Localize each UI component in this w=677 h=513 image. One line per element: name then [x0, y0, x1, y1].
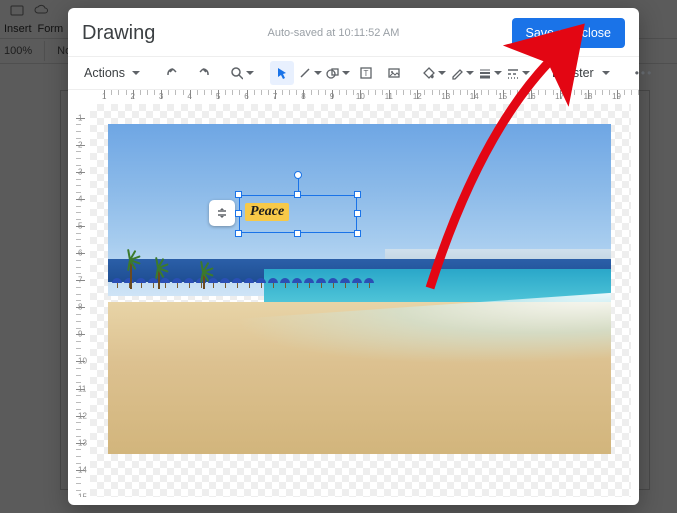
redo-icon	[194, 65, 210, 81]
more-icon: •••	[635, 66, 654, 80]
undo-icon	[166, 65, 182, 81]
palm-tree	[130, 259, 132, 289]
drawing-toolbar: Actions T	[68, 56, 639, 90]
redo-button[interactable]	[190, 61, 214, 85]
line-icon	[298, 66, 311, 80]
wordart-text[interactable]: Peace	[245, 203, 289, 221]
cursor-icon	[275, 66, 289, 80]
weight-icon	[478, 66, 491, 80]
resize-handle-nw[interactable]	[235, 191, 242, 198]
palm-tree	[203, 271, 205, 289]
zoom-menu[interactable]	[230, 61, 254, 85]
textbox-icon: T	[359, 66, 373, 80]
fill-icon	[422, 66, 435, 80]
font-label: Lobster	[552, 66, 594, 80]
border-color-button[interactable]	[450, 61, 474, 85]
inserted-image[interactable]: Peace	[108, 124, 611, 454]
svg-text:T: T	[364, 69, 369, 78]
image-icon	[387, 66, 401, 80]
modal-title: Drawing	[82, 22, 155, 45]
drag-icon	[215, 206, 229, 220]
select-tool[interactable]	[270, 61, 294, 85]
border-dash-button[interactable]	[506, 61, 530, 85]
shape-icon	[326, 66, 339, 80]
drag-handle-badge[interactable]	[209, 200, 235, 226]
textbox-tool[interactable]: T	[354, 61, 378, 85]
wordart-selection[interactable]: Peace	[239, 195, 357, 233]
autosave-status: Auto-saved at 10:11:52 AM	[155, 27, 511, 39]
font-select[interactable]: Lobster	[546, 66, 616, 80]
actions-menu[interactable]: Actions	[78, 66, 146, 80]
resize-handle-ne[interactable]	[354, 191, 361, 198]
more-button[interactable]: •••	[632, 61, 656, 85]
resize-handle-e[interactable]	[354, 210, 361, 217]
drawing-modal: Drawing Auto-saved at 10:11:52 AM Save a…	[68, 8, 639, 505]
shape-tool[interactable]	[326, 61, 350, 85]
drawing-canvas[interactable]: Peace	[90, 104, 631, 497]
resize-handle-w[interactable]	[235, 210, 242, 217]
canvas-wrap: 123456789101112131415	[76, 104, 631, 497]
pencil-icon	[450, 66, 463, 80]
save-and-close-button[interactable]: Save and close	[512, 18, 625, 48]
dash-icon	[506, 66, 519, 80]
vertical-ruler: 123456789101112131415	[76, 104, 90, 497]
resize-handle-s[interactable]	[294, 230, 301, 237]
image-tool[interactable]	[382, 61, 406, 85]
resize-handle-n[interactable]	[294, 191, 301, 198]
resize-handle-sw[interactable]	[235, 230, 242, 237]
resize-handle-se[interactable]	[354, 230, 361, 237]
modal-header: Drawing Auto-saved at 10:11:52 AM Save a…	[68, 8, 639, 56]
line-tool[interactable]	[298, 61, 322, 85]
fill-color-button[interactable]	[422, 61, 446, 85]
actions-label: Actions	[84, 66, 125, 80]
undo-button[interactable]	[162, 61, 186, 85]
rotate-handle[interactable]	[294, 171, 302, 179]
horizontal-ruler: 12345678910111213141516171819	[76, 90, 631, 104]
zoom-icon	[230, 66, 243, 80]
palm-tree	[158, 267, 160, 289]
border-weight-button[interactable]	[478, 61, 502, 85]
